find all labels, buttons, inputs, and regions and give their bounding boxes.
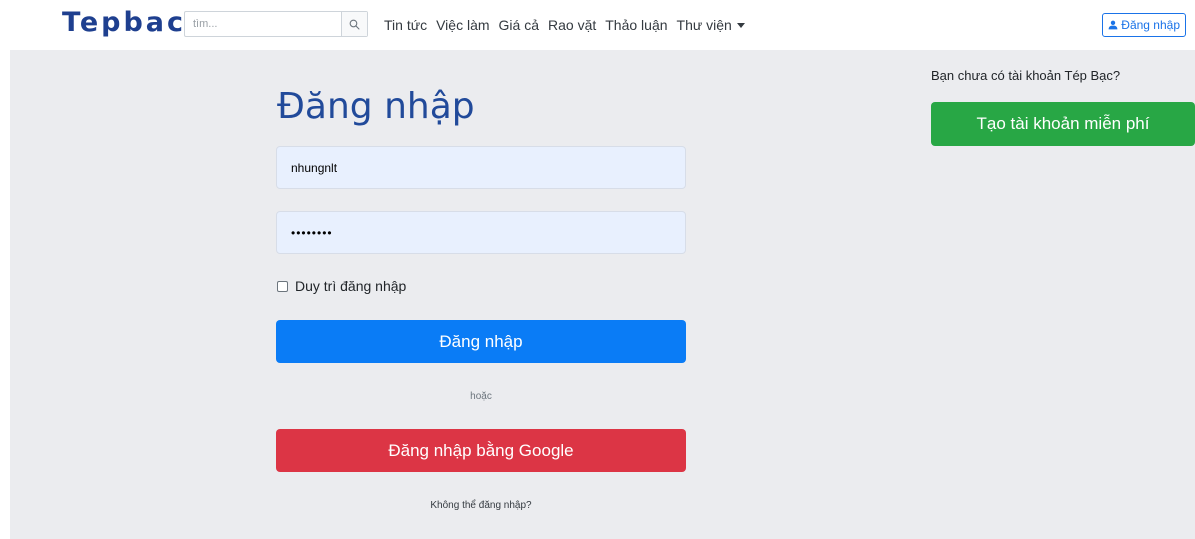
main-nav: Tin tức Việc làm Giá cả Rao vặt Thảo luậ… [384, 16, 754, 34]
site-logo[interactable]: Tepbac [62, 8, 186, 38]
remember-me[interactable]: Duy trì đăng nhập [277, 278, 406, 294]
top-navbar: Tepbac Tin tức Việc làm Giá cả Rao vặt T… [0, 0, 1195, 50]
page-title: Đăng nhập [277, 86, 475, 127]
nav-item-library-label: Thư viện [676, 17, 732, 33]
search-box [184, 11, 368, 37]
caret-down-icon [736, 23, 745, 28]
signup-button[interactable]: Tạo tài khoản miễn phí [931, 102, 1195, 146]
nav-item-library[interactable]: Thư viện [677, 16, 745, 34]
signup-prompt: Bạn chưa có tài khoản Tép Bạc? [931, 68, 1121, 83]
nav-item-jobs[interactable]: Việc làm [436, 16, 489, 34]
user-icon [1108, 20, 1118, 30]
username-field[interactable] [276, 146, 686, 189]
main-content: Đăng nhập Duy trì đăng nhập Đăng nhập ho… [10, 50, 1195, 539]
header-login-label: Đăng nhập [1121, 18, 1180, 32]
search-input[interactable] [185, 12, 341, 36]
nav-item-forum[interactable]: Thảo luận [605, 16, 667, 34]
cant-login-link[interactable]: Không thể đăng nhập? [276, 500, 686, 511]
search-button[interactable] [341, 12, 367, 36]
remember-checkbox[interactable] [277, 280, 288, 292]
or-separator: hoặc [470, 391, 492, 402]
google-login-button[interactable]: Đăng nhập bằng Google [276, 429, 686, 472]
search-icon [349, 19, 360, 30]
remember-label: Duy trì đăng nhập [295, 278, 407, 294]
header-login-button[interactable]: Đăng nhập [1102, 13, 1186, 37]
password-field[interactable] [276, 211, 686, 254]
nav-item-classifieds[interactable]: Rao vặt [548, 16, 596, 34]
nav-item-news[interactable]: Tin tức [384, 16, 427, 34]
login-button[interactable]: Đăng nhập [276, 320, 686, 363]
nav-item-prices[interactable]: Giá cả [499, 16, 539, 34]
